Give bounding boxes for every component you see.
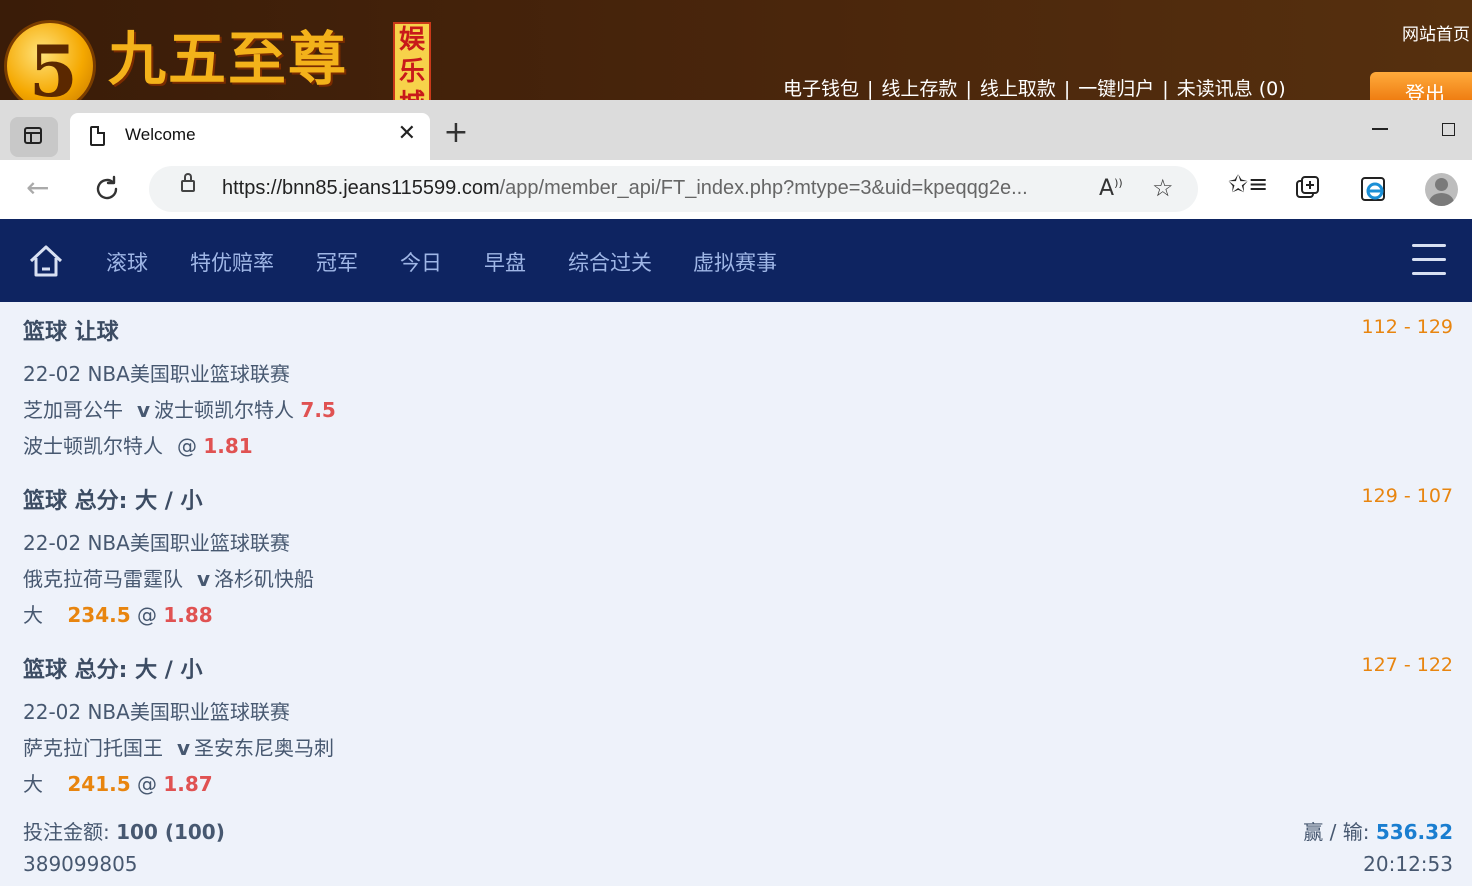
- bet-score: 112 - 129: [1361, 316, 1453, 338]
- new-tab-icon[interactable]: +: [441, 118, 471, 148]
- lock-icon: [181, 173, 195, 192]
- nav-item-parlay[interactable]: 综合过关: [568, 247, 652, 277]
- close-tab-icon[interactable]: ✕: [398, 121, 416, 147]
- bet-score: 127 - 122: [1361, 654, 1453, 676]
- away-team: 圣安东尼奥马刺: [194, 736, 335, 760]
- collections-icon[interactable]: [1294, 175, 1322, 203]
- logout-button[interactable]: 登出: [1370, 72, 1472, 100]
- tab-actions-icon: [24, 127, 42, 144]
- bet-league: 22-02 NBA美国职业篮球联赛: [23, 362, 290, 386]
- bet-title: 篮球 总分: 大 / 小: [23, 489, 203, 514]
- browser-tab[interactable]: Welcome ✕: [70, 113, 430, 160]
- away-team: 波士顿凯尔特人: [154, 398, 295, 422]
- logo-emblem: 5: [4, 20, 96, 100]
- nav-item-virtual[interactable]: 虚拟赛事: [693, 247, 777, 277]
- stake-value: 100 (100): [116, 820, 225, 844]
- bet-pick: 波士顿凯尔特人 @ 1.81: [23, 430, 253, 459]
- deposit-link[interactable]: 线上存款: [881, 78, 957, 100]
- away-team: 洛杉矶快船: [214, 567, 315, 591]
- bet-league: 22-02 NBA美国职业篮球联赛: [23, 700, 290, 724]
- home-team: 萨克拉门托国王: [23, 736, 163, 760]
- favorites-icon[interactable]: ✩≡: [1228, 170, 1268, 198]
- bet-pick: 大 234.5 @ 1.88: [23, 599, 213, 628]
- home-team: 芝加哥公牛: [23, 398, 123, 422]
- bet-time: 20:12:53: [1363, 852, 1453, 876]
- tab-actions-button[interactable]: [10, 117, 58, 157]
- messages-link[interactable]: 未读讯息 (0): [1177, 78, 1286, 100]
- nav-item-early[interactable]: 早盘: [484, 247, 526, 277]
- vs-label: v: [137, 398, 151, 422]
- ie-mode-icon[interactable]: [1360, 176, 1388, 204]
- logo-number: 5: [29, 30, 78, 101]
- home-team: 俄克拉荷马雷霆队: [23, 567, 183, 591]
- nav-item-champion[interactable]: 冠军: [316, 247, 358, 277]
- maximize-icon[interactable]: [1442, 123, 1455, 136]
- back-arrow-icon[interactable]: ←: [26, 173, 58, 205]
- nav-item-today[interactable]: 今日: [400, 247, 442, 277]
- reload-icon[interactable]: [91, 173, 123, 205]
- at-label: @: [177, 434, 197, 458]
- pick-selection: 波士顿凯尔特人: [23, 434, 163, 458]
- vs-label: v: [177, 736, 191, 760]
- read-aloud-icon[interactable]: A)): [1099, 176, 1123, 201]
- address-bar[interactable]: https://bnn85.jeans115599.com/app/member…: [149, 166, 1198, 212]
- vs-label: v: [197, 567, 211, 591]
- nav-item-live[interactable]: 滚球: [106, 247, 148, 277]
- bet-pick: 大 241.5 @ 1.87: [23, 768, 213, 797]
- transfer-all-link[interactable]: 一键归户: [1078, 78, 1154, 100]
- pick-line: 234.5: [67, 603, 131, 627]
- logo-badge: 娱乐城: [393, 22, 431, 100]
- minimize-icon[interactable]: [1372, 128, 1388, 130]
- pick-selection: 大: [23, 603, 43, 627]
- ticket-id: 389099805: [23, 852, 138, 876]
- nav-item-special-odds[interactable]: 特优赔率: [190, 247, 274, 277]
- wallet-link[interactable]: 电子钱包: [783, 78, 859, 100]
- bet-matchup: 俄克拉荷马雷霆队 v 洛杉矶快船: [23, 563, 314, 592]
- bet-matchup: 萨克拉门托国王 v 圣安东尼奥马刺: [23, 732, 334, 761]
- site-nav: 滚球 特优赔率 冠军 今日 早盘 综合过关 虚拟赛事: [0, 219, 1472, 302]
- bet-slip: 篮球 让球 112 - 129 22-02 NBA美国职业篮球联赛 芝加哥公牛 v…: [0, 302, 1472, 886]
- at-label: @: [136, 603, 157, 627]
- home-icon[interactable]: [28, 243, 64, 279]
- bet-title: 篮球 让球: [23, 320, 119, 345]
- logo-text: 九五至尊: [108, 25, 349, 93]
- member-links: 电子钱包 | 线上存款 | 线上取款 | 一键归户 | 未读讯息 (0): [783, 78, 1286, 100]
- menu-icon[interactable]: [1412, 244, 1446, 276]
- at-label: @: [136, 772, 157, 796]
- stake-label: 投注金额:: [23, 820, 110, 844]
- bet-score: 129 - 107: [1361, 485, 1453, 507]
- pick-line: 241.5: [67, 772, 131, 796]
- home-link[interactable]: 网站首页: [1402, 20, 1470, 45]
- result-label: 赢 / 输:: [1303, 820, 1370, 844]
- url-text[interactable]: https://bnn85.jeans115599.com/app/member…: [222, 177, 1082, 200]
- tab-title: Welcome: [125, 125, 196, 144]
- stake-row: 投注金额: 100 (100): [23, 816, 225, 845]
- pick-selection: 大: [23, 772, 43, 796]
- result-value: 536.32: [1375, 820, 1453, 844]
- site-banner: 5 九五至尊 娱乐城 网站首页 电子钱包|线上存款|线上取款|一键归户|未读讯息…: [0, 0, 1472, 100]
- odds: 1.88: [163, 603, 213, 627]
- odds: 1.81: [203, 434, 253, 458]
- add-favorite-icon[interactable]: ☆: [1152, 174, 1174, 202]
- withdraw-link[interactable]: 线上取款: [980, 78, 1056, 100]
- result-row: 赢 / 输: 536.32: [1303, 816, 1453, 845]
- odds: 1.87: [163, 772, 213, 796]
- handicap: 7.5: [300, 398, 336, 422]
- profile-avatar[interactable]: [1425, 173, 1458, 206]
- bet-title: 篮球 总分: 大 / 小: [23, 658, 203, 683]
- page-icon: [90, 126, 105, 146]
- bet-league: 22-02 NBA美国职业篮球联赛: [23, 531, 290, 555]
- bet-matchup: 芝加哥公牛 v 波士顿凯尔特人 7.5: [23, 394, 336, 423]
